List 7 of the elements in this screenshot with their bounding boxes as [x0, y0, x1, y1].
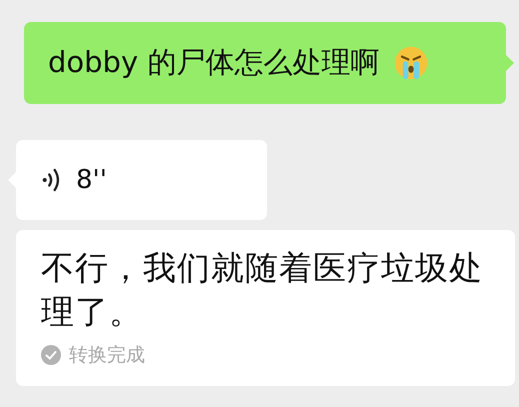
status-text: 转换完成	[69, 343, 145, 368]
check-icon	[41, 345, 61, 365]
sound-wave-icon	[42, 168, 62, 192]
message-text: dobby 的尸体怎么处理啊	[48, 44, 380, 81]
voice-duration: 8''	[76, 165, 107, 195]
transcript-text: 不行，我们就随着医疗垃圾处理了。	[41, 247, 484, 333]
crying-emoji-icon	[393, 45, 430, 81]
